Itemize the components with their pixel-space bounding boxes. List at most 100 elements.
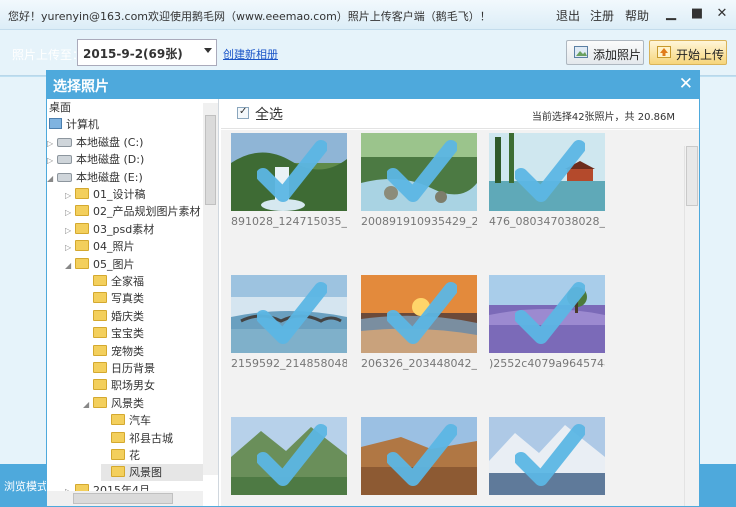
expand-icon[interactable]: ▷ [65, 243, 75, 252]
folder-tree[interactable]: 桌面 计算机 ▷ 本地磁盘 (C:) ▷ 本地磁盘 (D:) ◢ 本地磁盘 (E:) ▷ 01_设… [47, 99, 219, 506]
folder-icon [93, 362, 107, 373]
tree-horizontal-scrollbar[interactable] [47, 491, 203, 506]
computer-icon [49, 118, 62, 130]
tree-item[interactable]: ◢ 本地磁盘 (E:) [47, 169, 143, 186]
tree-item[interactable]: ▷ 03_psd素材 [65, 221, 154, 238]
tree-item[interactable]: 宝宝类 [83, 325, 144, 342]
logout-link[interactable]: 退出 [556, 7, 580, 24]
folder-icon [75, 222, 89, 234]
tree-item[interactable]: 风景图 [101, 464, 203, 482]
tree-item-label: 04_照片 [93, 240, 135, 254]
expand-icon[interactable]: ◢ [47, 174, 57, 183]
album-select[interactable]: 2015-9-2(69张) [77, 39, 217, 66]
tree-item[interactable]: 婚庆类 [83, 308, 144, 325]
photo-thumbnail[interactable] [489, 417, 605, 495]
start-upload-label: 开始上传 [676, 48, 725, 62]
add-photo-button[interactable]: 添加照片 [566, 40, 644, 65]
photo-caption: )2552c4079a9645748 [489, 357, 605, 370]
tree-item[interactable]: ▷ 02_产品规划图片素材 [65, 203, 201, 220]
expand-icon[interactable]: ▷ [47, 139, 57, 148]
scrollbar-thumb[interactable] [205, 115, 216, 205]
folder-icon [75, 257, 89, 269]
tree-item[interactable]: ◢ 05_图片 [65, 256, 135, 273]
folder-icon [93, 327, 107, 339]
folder-icon [111, 449, 125, 460]
create-album-link[interactable]: 创建新相册 [223, 46, 278, 62]
tree-item-label: 风景图 [129, 466, 162, 480]
window-title: 您好！yurenyin@163.com欢迎使用鹅毛网（www.eeemao.co… [8, 10, 491, 23]
tree-vertical-scrollbar[interactable] [203, 103, 218, 475]
tree-item[interactable]: 祁县古城 [101, 430, 173, 447]
start-upload-button[interactable]: 开始上传 [649, 40, 727, 65]
register-link[interactable]: 注册 [590, 7, 614, 24]
tree-item-label: 写真类 [111, 292, 144, 306]
minimize-icon[interactable]: ▁ [663, 6, 679, 22]
tree-item[interactable]: 职场男女 [83, 377, 155, 394]
photos-header: 全选 当前选择42张照片，共 20.86M [221, 99, 699, 129]
maximize-icon[interactable]: ■ [689, 6, 705, 22]
select-all-label[interactable]: 全选 [255, 104, 283, 124]
upload-to-label: 照片上传至： [12, 48, 85, 62]
photo-thumbnail[interactable]: )2552c4079a9645748 [489, 275, 605, 370]
tree-item[interactable]: 宠物类 [83, 343, 144, 360]
select-all-checkbox[interactable] [237, 106, 249, 119]
folder-icon [111, 466, 125, 478]
expand-icon[interactable]: ▷ [65, 226, 75, 235]
close-icon[interactable]: ✕ [714, 6, 730, 22]
photo-thumbnail[interactable]: 206326_203448042_2 [361, 275, 477, 370]
tree-item[interactable]: 桌面 [47, 99, 71, 116]
photo-thumbnail[interactable]: 200891910935429_2 [361, 133, 477, 228]
expand-icon[interactable]: ▷ [65, 191, 75, 200]
drive-icon [57, 155, 72, 165]
photo-thumbnail[interactable]: 476_080347038028_2 [489, 133, 605, 228]
tree-item[interactable]: 写真类 [83, 290, 144, 307]
drive-icon [57, 137, 72, 147]
photo-thumbnail[interactable] [361, 417, 477, 495]
tree-item[interactable]: 日历背景 [83, 360, 155, 377]
expand-icon[interactable]: ◢ [83, 400, 93, 409]
tree-item[interactable]: 全家福 [83, 273, 144, 290]
tree-item[interactable]: ▷ 本地磁盘 (C:) [47, 134, 143, 151]
tree-item[interactable]: 花 [101, 447, 140, 464]
photo-thumbnail[interactable]: 2159592_214858048 [231, 275, 347, 370]
expand-icon[interactable]: ▷ [65, 208, 75, 217]
expand-icon[interactable]: ▷ [47, 156, 57, 165]
checkmark-icon[interactable] [257, 137, 327, 207]
tree-item-label: 祁县古城 [129, 431, 173, 445]
tree-item-label: 风景类 [111, 396, 144, 410]
tree-item[interactable]: ▷ 本地磁盘 (D:) [47, 151, 144, 168]
checkmark-icon[interactable] [257, 279, 327, 349]
tree-item[interactable]: 计算机 [47, 116, 99, 133]
tree-item[interactable]: ▷ 01_设计稿 [65, 186, 146, 203]
checkmark-icon[interactable] [515, 421, 585, 491]
checkmark-icon[interactable] [387, 421, 457, 491]
browse-mode-label[interactable]: 浏览模式 [4, 478, 48, 494]
photo-thumbnail[interactable]: 891028_124715035_2 [231, 133, 347, 228]
dialog-close-icon[interactable]: ✕ [679, 74, 693, 94]
checkmark-icon[interactable] [515, 137, 585, 207]
tree-item-label: 本地磁盘 (C:) [76, 135, 144, 149]
photos-vertical-scrollbar[interactable] [684, 146, 698, 506]
folder-icon [111, 414, 125, 426]
tree-item[interactable]: 汽车 [101, 412, 151, 429]
scrollbar-thumb[interactable] [73, 493, 173, 504]
help-link[interactable]: 帮助 [625, 7, 649, 24]
tree-item[interactable]: ▷ 04_照片 [65, 238, 135, 255]
folder-icon [75, 240, 89, 252]
scrollbar-thumb[interactable] [686, 146, 698, 206]
main-right-area [700, 77, 736, 464]
expand-icon[interactable]: ◢ [65, 261, 75, 270]
tree-item[interactable]: ◢ 风景类 [83, 395, 144, 412]
photo-caption: 891028_124715035_2 [231, 215, 347, 228]
checkmark-icon[interactable] [387, 279, 457, 349]
tree-item-label: 汽车 [129, 414, 151, 428]
tree-item-label: 宠物类 [111, 344, 144, 358]
folder-icon [93, 379, 107, 391]
checkmark-icon[interactable] [257, 421, 327, 491]
photo-thumbnail[interactable] [231, 417, 347, 495]
photo-caption: 206326_203448042_2 [361, 357, 477, 370]
checkmark-icon[interactable] [387, 137, 457, 207]
checkmark-icon[interactable] [515, 279, 585, 349]
photo-caption: 476_080347038028_2 [489, 215, 605, 228]
selection-info: 当前选择42张照片，共 20.86M [531, 112, 675, 123]
